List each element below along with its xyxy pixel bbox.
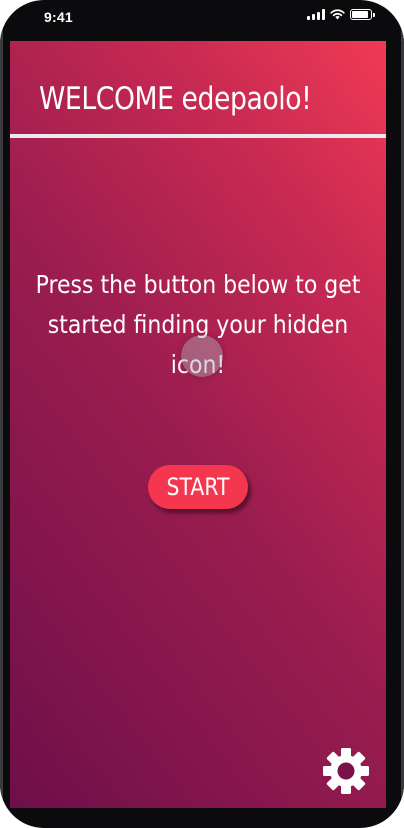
settings-button[interactable] xyxy=(321,746,371,796)
status-icons xyxy=(307,9,375,20)
touch-indicator xyxy=(181,335,223,377)
battery-level xyxy=(352,11,368,18)
cellular-signal-icon xyxy=(307,9,325,20)
header-divider xyxy=(10,134,386,138)
phone-frame: 9:41 WELCOME edepaolo! Press the button … xyxy=(0,0,404,828)
gear-icon xyxy=(323,748,369,794)
status-time: 9:41 xyxy=(44,9,73,25)
start-button-label: START xyxy=(166,473,230,501)
start-button[interactable]: START xyxy=(148,465,248,509)
device-edge xyxy=(0,0,3,828)
welcome-title: WELCOME edepaolo! xyxy=(39,81,312,117)
status-bar: 9:41 xyxy=(10,0,386,38)
wifi-icon xyxy=(330,9,345,20)
battery-icon xyxy=(350,9,375,20)
app-screen: WELCOME edepaolo! Press the button below… xyxy=(10,41,386,808)
